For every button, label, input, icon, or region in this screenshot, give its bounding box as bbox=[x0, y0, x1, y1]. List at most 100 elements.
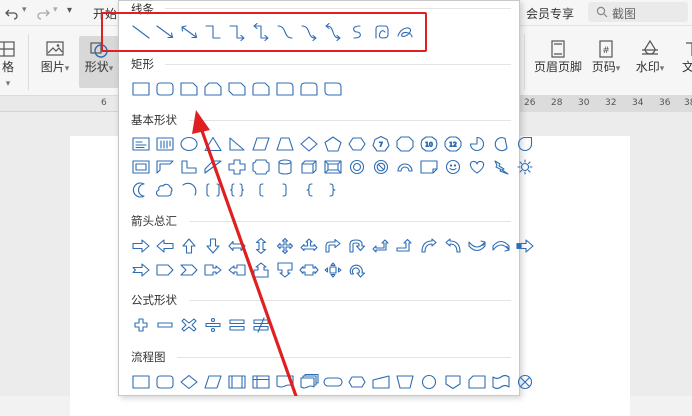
a-callout-d-shape-icon[interactable] bbox=[273, 261, 297, 279]
a-bent-up-shape-icon[interactable] bbox=[393, 237, 417, 255]
header-footer-button[interactable]: 页眉页脚 bbox=[530, 40, 586, 75]
f-manual-op-shape-icon[interactable] bbox=[393, 373, 417, 391]
vtext-shape-icon[interactable] bbox=[153, 135, 177, 153]
a-curved-u-shape-icon[interactable] bbox=[465, 237, 489, 255]
f-alt-process-shape-icon[interactable] bbox=[153, 373, 177, 391]
rect-shape-icon[interactable] bbox=[129, 80, 153, 98]
snip2d-shape-icon[interactable] bbox=[225, 80, 249, 98]
snip2-shape-icon[interactable] bbox=[201, 80, 225, 98]
a-quad-shape-icon[interactable] bbox=[273, 237, 297, 255]
chord-shape-icon[interactable] bbox=[489, 135, 513, 153]
lightning-shape-icon[interactable] bbox=[489, 158, 513, 176]
dodecagon-shape-icon[interactable]: 12 bbox=[441, 135, 465, 153]
a-l-r-u-shape-icon[interactable] bbox=[297, 237, 321, 255]
a-u-d-shape-icon[interactable] bbox=[249, 237, 273, 255]
undo-dropdown-icon[interactable]: ▾ bbox=[22, 5, 27, 15]
text-button-partial[interactable]: 文 bbox=[682, 40, 692, 75]
curve-a-shape-icon[interactable] bbox=[297, 23, 321, 41]
f-manual-input-shape-icon[interactable] bbox=[369, 373, 393, 391]
lbracket-shape-icon[interactable] bbox=[249, 181, 273, 199]
a-l-r-shape-icon[interactable] bbox=[225, 237, 249, 255]
a-callout-quad-shape-icon[interactable] bbox=[321, 261, 345, 279]
eq-equal-shape-icon[interactable] bbox=[225, 316, 249, 334]
teardrop-shape-icon[interactable] bbox=[513, 135, 537, 153]
quick-access-dropdown-icon[interactable]: ▾ bbox=[67, 5, 72, 16]
eq-not-equal-shape-icon[interactable] bbox=[249, 316, 273, 334]
eq-divide-shape-icon[interactable] bbox=[201, 316, 225, 334]
f-card-shape-icon[interactable] bbox=[465, 373, 489, 391]
lbrace-shape-icon[interactable] bbox=[297, 181, 321, 199]
f-internal-shape-icon[interactable] bbox=[249, 373, 273, 391]
curve-a-a-shape-icon[interactable] bbox=[321, 23, 345, 41]
heart-shape-icon[interactable] bbox=[465, 158, 489, 176]
hexagon-shape-icon[interactable] bbox=[345, 135, 369, 153]
sun-shape-icon[interactable] bbox=[513, 158, 537, 176]
eq-minus-shape-icon[interactable] bbox=[153, 316, 177, 334]
scribble-shape-icon[interactable] bbox=[369, 23, 393, 41]
nosymbol-shape-icon[interactable] bbox=[369, 158, 393, 176]
moon-shape-icon[interactable] bbox=[129, 181, 153, 199]
f-process-shape-icon[interactable] bbox=[129, 373, 153, 391]
donut-shape-icon[interactable] bbox=[345, 158, 369, 176]
a-left-up-shape-icon[interactable] bbox=[369, 237, 393, 255]
f-predef-shape-icon[interactable] bbox=[225, 373, 249, 391]
smiley-shape-icon[interactable] bbox=[441, 158, 465, 176]
a-callout-r-shape-icon[interactable] bbox=[201, 261, 225, 279]
a-uturn-shape-icon[interactable] bbox=[345, 237, 369, 255]
rnd1-shape-icon[interactable] bbox=[273, 80, 297, 98]
rrect-shape-icon[interactable] bbox=[153, 80, 177, 98]
plaque-shape-icon[interactable] bbox=[249, 158, 273, 176]
a-curved-d-shape-icon[interactable] bbox=[489, 237, 513, 255]
dblbrace-shape-icon[interactable] bbox=[225, 181, 249, 199]
table-button[interactable]: 格▾ bbox=[0, 40, 16, 89]
f-document-shape-icon[interactable] bbox=[273, 373, 297, 391]
diamond-shape-icon[interactable] bbox=[297, 135, 321, 153]
rbracket-shape-icon[interactable] bbox=[273, 181, 297, 199]
pie-shape-icon[interactable] bbox=[465, 135, 489, 153]
trapezoid-shape-icon[interactable] bbox=[273, 135, 297, 153]
parallelogram-shape-icon[interactable] bbox=[249, 135, 273, 153]
search-box[interactable]: 截图 bbox=[588, 2, 688, 22]
foldedcorner-shape-icon[interactable] bbox=[417, 158, 441, 176]
eq-plus-shape-icon[interactable] bbox=[129, 316, 153, 334]
heptagon-shape-icon[interactable]: 7 bbox=[369, 135, 393, 153]
f-preparation-shape-icon[interactable] bbox=[345, 373, 369, 391]
a-right-shape-icon[interactable] bbox=[129, 237, 153, 255]
elbow-shape-icon[interactable] bbox=[201, 23, 225, 41]
octagon-shape-icon[interactable] bbox=[393, 135, 417, 153]
elbow-a-a-shape-icon[interactable] bbox=[249, 23, 273, 41]
cloud-shape-icon[interactable] bbox=[153, 181, 177, 199]
f-decision-shape-icon[interactable] bbox=[177, 373, 201, 391]
plus-shape-icon[interactable] bbox=[225, 158, 249, 176]
a-left-shape-icon[interactable] bbox=[153, 237, 177, 255]
freeform-shape-icon[interactable] bbox=[345, 23, 369, 41]
f-data-shape-icon[interactable] bbox=[201, 373, 225, 391]
sniprnd-shape-icon[interactable] bbox=[249, 80, 273, 98]
curve-shape-icon[interactable] bbox=[273, 23, 297, 41]
page-number-button[interactable]: # 页码▾ bbox=[588, 40, 624, 75]
a-striped-shape-icon[interactable] bbox=[513, 237, 537, 255]
a-circular-shape-icon[interactable] bbox=[345, 261, 369, 279]
member-exclusive-link[interactable]: 会员专享 bbox=[526, 5, 574, 22]
rbrace-shape-icon[interactable] bbox=[321, 181, 345, 199]
a-callout-l-shape-icon[interactable] bbox=[225, 261, 249, 279]
arrow-line-shape-icon[interactable] bbox=[153, 23, 177, 41]
tab-home[interactable]: 开始 bbox=[93, 5, 117, 22]
a-chevron-shape-icon[interactable] bbox=[177, 261, 201, 279]
f-connector-shape-icon[interactable] bbox=[417, 373, 441, 391]
bevel-shape-icon[interactable] bbox=[321, 158, 345, 176]
a-up-shape-icon[interactable] bbox=[177, 237, 201, 255]
ellipse-shape-icon[interactable] bbox=[177, 135, 201, 153]
halfframe-shape-icon[interactable] bbox=[153, 158, 177, 176]
textbox-shape-icon[interactable] bbox=[129, 135, 153, 153]
f-offpage-shape-icon[interactable] bbox=[441, 373, 465, 391]
triangle-shape-icon[interactable] bbox=[201, 135, 225, 153]
can-shape-icon[interactable] bbox=[273, 158, 297, 176]
redo-icon[interactable] bbox=[36, 6, 50, 20]
dblbracket-shape-icon[interactable] bbox=[201, 181, 225, 199]
watermark-button[interactable]: 水印▾ bbox=[630, 40, 670, 75]
rnd2-shape-icon[interactable] bbox=[297, 80, 321, 98]
lshape-shape-icon[interactable] bbox=[177, 158, 201, 176]
pentagon-shape-icon[interactable] bbox=[321, 135, 345, 153]
shapes-button[interactable]: 形状▾ bbox=[79, 40, 119, 75]
